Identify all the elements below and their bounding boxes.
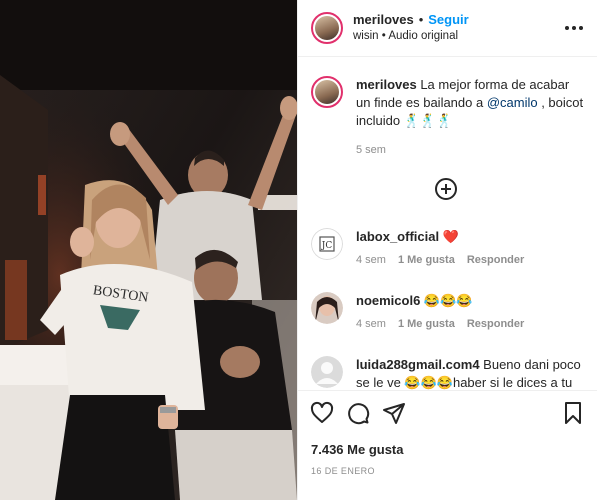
bookmark-icon[interactable] (561, 401, 585, 425)
video-frame-image: BOSTON (0, 0, 297, 500)
post-actions-bar (298, 390, 597, 435)
post-header: meriloves • Seguir wisin • Audio origina… (298, 0, 597, 57)
comment-icon[interactable] (346, 401, 370, 425)
reply-button[interactable]: Responder (467, 318, 524, 330)
commenter-avatar[interactable] (311, 356, 343, 388)
likes-count[interactable]: 7.436 Me gusta (311, 442, 404, 457)
comment-likes[interactable]: 1 Me gusta (398, 254, 455, 266)
comment-text: 😂😂😂 (420, 293, 473, 308)
comments-list[interactable]: meriloves La mejor forma de acabar un fi… (298, 58, 597, 390)
post-date[interactable]: 16 DE ENERO (311, 466, 375, 476)
post-viewer: BOSTON meriloves • Seguir wisin • Audio … (0, 0, 597, 500)
heart-icon[interactable] (310, 401, 334, 425)
comment-username[interactable]: noemicol6 (356, 293, 420, 308)
commenter-avatar[interactable]: JC (311, 228, 343, 260)
comment-age[interactable]: 4 sem (356, 318, 386, 330)
caption: meriloves La mejor forma de acabar un fi… (311, 76, 585, 156)
caption-mention[interactable]: @camilo (487, 95, 538, 110)
svg-text:JC: JC (321, 241, 333, 251)
comment-item: noemicol6 😂😂😂 4 sem 1 Me gusta Responder (311, 292, 585, 330)
comment-username[interactable]: luida288gmail.com4 (356, 357, 480, 372)
caption-avatar[interactable] (311, 76, 343, 108)
more-options-icon[interactable] (563, 17, 585, 39)
caption-username[interactable]: meriloves (356, 77, 417, 92)
comment-text: ❤️ (439, 229, 459, 244)
author-avatar[interactable] (311, 12, 343, 44)
post-video[interactable]: BOSTON (0, 0, 297, 500)
comment-likes[interactable]: 1 Me gusta (398, 318, 455, 330)
comment-age[interactable]: 4 sem (356, 254, 386, 266)
reply-button[interactable]: Responder (467, 254, 524, 266)
comment-item: luida288gmail.com4 Bueno dani poco se le… (311, 356, 585, 390)
caption-age[interactable]: 5 sem (356, 144, 386, 156)
follow-button[interactable]: Seguir (428, 11, 468, 28)
post-sidebar: meriloves • Seguir wisin • Audio origina… (297, 0, 597, 500)
comment-item: JC labox_official ❤️ 4 sem 1 Me gusta Re… (311, 228, 585, 266)
commenter-avatar[interactable] (311, 292, 343, 324)
author-username[interactable]: meriloves (353, 11, 414, 28)
comment-username[interactable]: labox_official (356, 229, 439, 244)
share-icon[interactable] (382, 401, 406, 425)
separator-dot: • (418, 12, 424, 27)
load-more-comments-icon[interactable] (435, 178, 457, 200)
audio-link[interactable]: wisin • Audio original (353, 28, 563, 45)
